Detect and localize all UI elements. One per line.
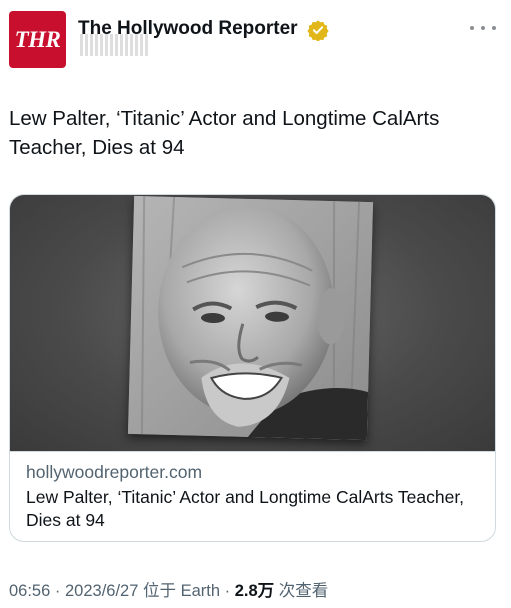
tweet-date[interactable]: 2023/6/27 bbox=[65, 582, 138, 600]
portrait-photo bbox=[127, 195, 374, 441]
avatar-logo-text: THR bbox=[14, 26, 61, 52]
tweet-meta: 06:56 · 2023/6/27 位于 Earth · 2.8万 次查看 bbox=[9, 577, 328, 601]
more-options-button[interactable] bbox=[470, 18, 496, 38]
card-body[interactable]: hollywoodreporter.com Lew Palter, ‘Titan… bbox=[10, 451, 495, 541]
meta-separator: · bbox=[224, 582, 235, 600]
avatar[interactable]: THR bbox=[9, 11, 66, 68]
card-image[interactable] bbox=[10, 195, 495, 451]
tweet-location: 位于 Earth bbox=[142, 582, 221, 600]
redacted-handle bbox=[80, 34, 150, 56]
card-title: Lew Palter, ‘Titanic’ Actor and Longtime… bbox=[26, 487, 465, 530]
portrait-illustration bbox=[127, 195, 374, 441]
view-count[interactable]: 2.8万 bbox=[235, 582, 274, 600]
card-domain: hollywoodreporter.com bbox=[26, 462, 203, 482]
more-dots-icon bbox=[470, 26, 474, 30]
verified-badge-icon bbox=[307, 20, 329, 41]
tweet-time[interactable]: 06:56 bbox=[9, 582, 50, 600]
tweet-text: Lew Palter, ‘Titanic’ Actor and Longtime… bbox=[9, 107, 440, 159]
view-count-label: 次查看 bbox=[278, 582, 329, 600]
link-preview-card[interactable]: hollywoodreporter.com Lew Palter, ‘Titan… bbox=[9, 194, 496, 542]
meta-separator: · bbox=[54, 582, 65, 600]
tweet-header: THR The Hollywood Reporter bbox=[0, 0, 511, 80]
